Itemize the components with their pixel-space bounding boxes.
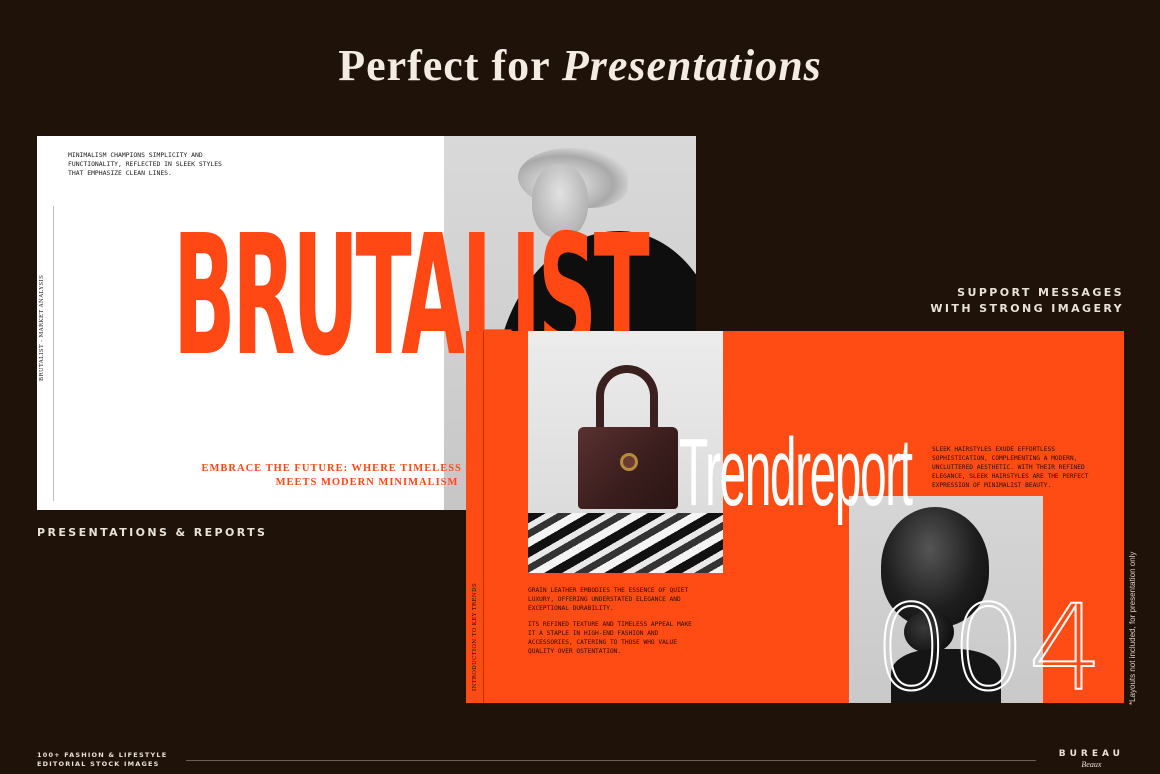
caption-right: SUPPORT MESSAGES WITH STRONG IMAGERY bbox=[930, 285, 1124, 317]
slide2-description: SLEEK HAIRSTYLES EXUDE EFFORTLESS SOPHIS… bbox=[932, 446, 1089, 489]
heading-italic: Presentations bbox=[561, 41, 822, 90]
slide2-body-p2: ITS REFINED TEXTURE AND TIMELESS APPEAL … bbox=[528, 621, 692, 655]
slide2-number: 004 bbox=[873, 579, 1106, 703]
brand-name: BUREAU bbox=[1058, 749, 1124, 759]
heading-plain: Perfect for bbox=[338, 41, 562, 90]
caption-right-line2: WITH STRONG IMAGERY bbox=[930, 302, 1124, 315]
slide2-title: Trendreport bbox=[679, 419, 913, 526]
bag-clasp bbox=[620, 453, 638, 471]
footer-left-line1: 100+ FASHION & LIFESTYLE bbox=[37, 751, 168, 759]
slide2-rule bbox=[483, 331, 484, 703]
footer-left: 100+ FASHION & LIFESTYLE EDITORIAL STOCK… bbox=[37, 751, 167, 769]
caption-left: PRESENTATIONS & REPORTS bbox=[37, 526, 268, 539]
slide2-body-p1: GRAIN LEATHER EMBODIES THE ESSENCE OF QU… bbox=[528, 587, 689, 612]
slide1-vertical-label: BRUTALIST - MARKET ANALYSIS bbox=[39, 274, 45, 381]
slide-trendreport: INTRODUCTION TO KEY TRENDS Trendreport S… bbox=[466, 331, 1124, 703]
slide2-body: GRAIN LEATHER EMBODIES THE ESSENCE OF QU… bbox=[528, 586, 703, 656]
caption-right-line1: SUPPORT MESSAGES bbox=[957, 286, 1124, 299]
brand-sub: Beaux bbox=[1081, 760, 1102, 769]
page-heading: Perfect for Presentations bbox=[0, 40, 1160, 91]
brand-logo: BUREAU Beaux bbox=[1059, 749, 1124, 769]
slide1-intro: MINIMALISM CHAMPIONS SIMPLICITY AND FUNC… bbox=[68, 151, 222, 177]
bag-handle bbox=[596, 365, 658, 435]
footer-left-line2: EDITORIAL STOCK IMAGES bbox=[37, 760, 160, 768]
slide2-vertical-label: INTRODUCTION TO KEY TRENDS bbox=[472, 582, 478, 691]
footer-divider bbox=[186, 760, 1036, 761]
side-note: *Layouts not included, for presentation … bbox=[1128, 551, 1137, 705]
slide1-rule bbox=[53, 206, 54, 501]
